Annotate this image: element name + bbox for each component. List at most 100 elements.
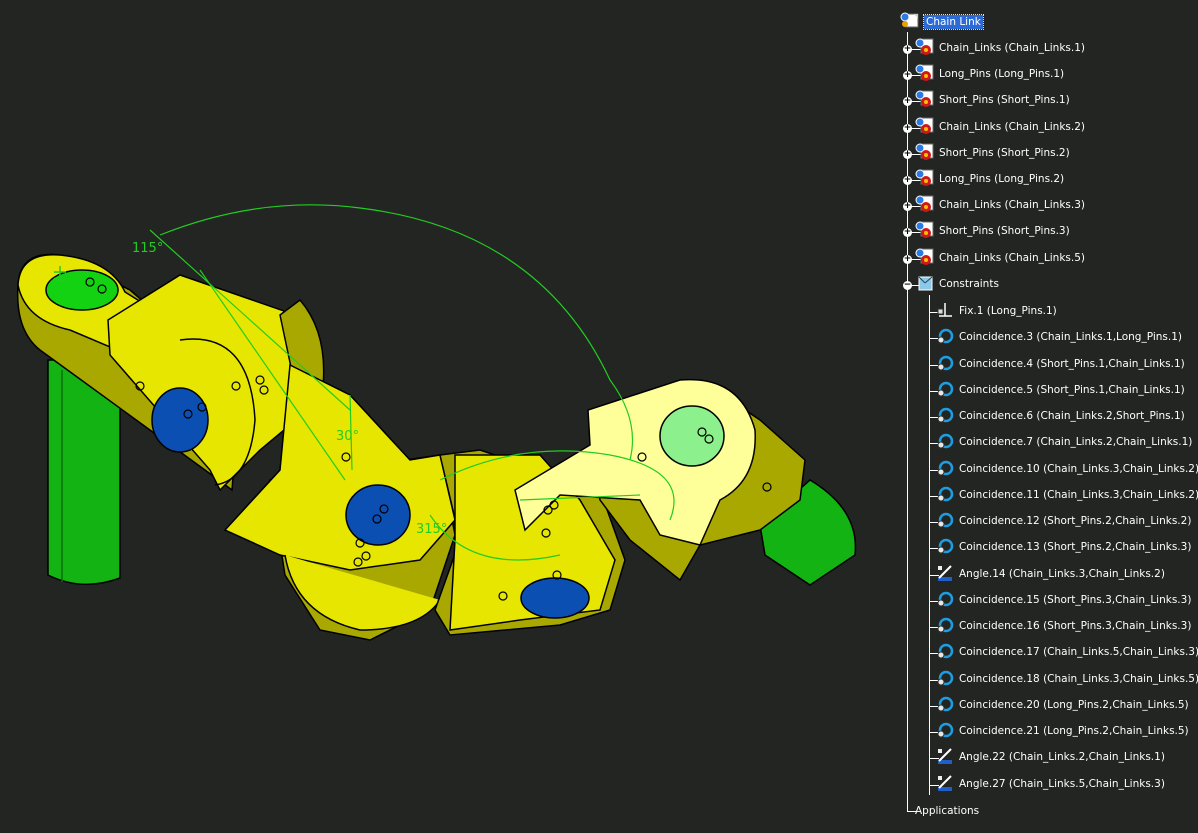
angle-label-115[interactable]: 115°	[132, 241, 163, 256]
tree-root-chain-link[interactable]: Chain Link	[900, 12, 984, 31]
expand-component-9[interactable]: +	[903, 255, 912, 264]
angle-icon	[935, 773, 955, 796]
tree-constraint-8[interactable]: Coincidence.11 (Chain_Links.3,Chain_Link…	[935, 486, 1198, 504]
tree-constraint-12-label: Coincidence.15 (Short_Pins.3,Chain_Links…	[959, 594, 1192, 606]
tree-applications-label: Applications	[915, 805, 980, 817]
tree-constraint-15[interactable]: Coincidence.18 (Chain_Links.3,Chain_Link…	[935, 670, 1198, 688]
tree-component-7-label: Chain_Links (Chain_Links.3)	[939, 199, 1085, 211]
tree-component-5-label: Short_Pins (Short_Pins.2)	[939, 147, 1070, 159]
part-icon	[915, 116, 935, 139]
tree-component-5[interactable]: Short_Pins (Short_Pins.2)	[915, 142, 1070, 165]
tree-component-8-label: Short_Pins (Short_Pins.3)	[939, 225, 1070, 237]
angle-label-315[interactable]: 315°	[416, 522, 447, 537]
expand-component-8[interactable]: +	[903, 228, 912, 237]
coincidence-icon	[935, 510, 955, 533]
tree-constraint-3[interactable]: Coincidence.4 (Short_Pins.1,Chain_Links.…	[935, 355, 1185, 373]
collapse-constraints[interactable]: −	[903, 281, 912, 290]
tree-line	[929, 295, 930, 795]
coincidence-icon	[935, 589, 955, 612]
specification-tree[interactable]: Chain Link + Chain_Links (Chain_Links.1) + L…	[895, 0, 1198, 833]
tree-constraint-16[interactable]: Coincidence.20 (Long_Pins.2,Chain_Links.…	[935, 696, 1189, 714]
part-icon	[915, 220, 935, 243]
tree-component-7[interactable]: Chain_Links (Chain_Links.3)	[915, 194, 1085, 217]
tree-component-9-label: Chain_Links (Chain_Links.5)	[939, 252, 1085, 264]
expand-component-5[interactable]: +	[903, 150, 912, 159]
tree-constraint-5[interactable]: Coincidence.6 (Chain_Links.2,Short_Pins.…	[935, 407, 1185, 425]
angle-icon	[935, 746, 955, 769]
tree-constraint-4[interactable]: Coincidence.5 (Short_Pins.1,Chain_Links.…	[935, 381, 1185, 399]
expand-component-1[interactable]: +	[903, 45, 912, 54]
tree-root-chain-link-label: Chain Link	[923, 14, 984, 30]
tree-component-6[interactable]: Long_Pins (Long_Pins.2)	[915, 168, 1064, 191]
tree-component-4[interactable]: Chain_Links (Chain_Links.2)	[915, 116, 1085, 139]
coincidence-icon	[935, 353, 955, 376]
coincidence-icon	[935, 536, 955, 559]
tree-constraint-12[interactable]: Coincidence.15 (Short_Pins.3,Chain_Links…	[935, 591, 1191, 609]
coincidence-icon	[935, 405, 955, 428]
tree-constraint-13[interactable]: Coincidence.16 (Short_Pins.3,Chain_Links…	[935, 617, 1191, 635]
tree-constraint-7-label: Coincidence.10 (Chain_Links.3,Chain_Link…	[959, 463, 1198, 475]
coincidence-icon	[935, 615, 955, 638]
tree-constraint-3-label: Coincidence.4 (Short_Pins.1,Chain_Links.…	[959, 358, 1185, 370]
part-icon	[915, 37, 935, 60]
constraints-folder-icon	[915, 273, 935, 296]
tree-constraint-10-label: Coincidence.13 (Short_Pins.2,Chain_Links…	[959, 541, 1192, 553]
tree-constraint-17[interactable]: Coincidence.21 (Long_Pins.2,Chain_Links.…	[935, 722, 1189, 740]
tree-constraint-11-label: Angle.14 (Chain_Links.3,Chain_Links.2)	[959, 568, 1165, 580]
tree-constraint-9-label: Coincidence.12 (Short_Pins.2,Chain_Links…	[959, 515, 1192, 527]
coincidence-icon	[935, 641, 955, 664]
tree-constraint-6-label: Coincidence.7 (Chain_Links.2,Chain_Links…	[959, 436, 1193, 448]
tree-constraint-1-label: Fix.1 (Long_Pins.1)	[959, 305, 1057, 317]
tree-constraint-6[interactable]: Coincidence.7 (Chain_Links.2,Chain_Links…	[935, 433, 1192, 451]
tree-constraint-2-label: Coincidence.3 (Chain_Links.1,Long_Pins.1…	[959, 331, 1182, 343]
tree-component-1-label: Chain_Links (Chain_Links.1)	[939, 42, 1085, 54]
tree-constraint-4-label: Coincidence.5 (Short_Pins.1,Chain_Links.…	[959, 384, 1185, 396]
expand-component-7[interactable]: +	[903, 202, 912, 211]
tree-constraint-15-label: Coincidence.18 (Chain_Links.3,Chain_Link…	[959, 673, 1198, 685]
angle-label-30[interactable]: 30°	[336, 429, 359, 444]
tree-applications[interactable]: Applications	[915, 802, 979, 820]
part-icon	[915, 63, 935, 86]
expand-component-3[interactable]: +	[903, 97, 912, 106]
hole-1	[151, 387, 209, 453]
tree-constraint-16-label: Coincidence.20 (Long_Pins.2,Chain_Links.…	[959, 699, 1189, 711]
tree-constraints-folder[interactable]: Constraints	[915, 275, 999, 293]
expand-component-2[interactable]: +	[903, 71, 912, 80]
coincidence-icon	[935, 458, 955, 481]
coincidence-icon	[935, 668, 955, 691]
hole-3	[520, 577, 590, 619]
tree-constraint-5-label: Coincidence.6 (Chain_Links.2,Short_Pins.…	[959, 410, 1185, 422]
tree-component-3-label: Short_Pins (Short_Pins.1)	[939, 94, 1070, 106]
tree-constraint-7[interactable]: Coincidence.10 (Chain_Links.3,Chain_Link…	[935, 460, 1198, 478]
part-icon	[915, 247, 935, 270]
part-icon	[915, 142, 935, 165]
part-icon	[915, 194, 935, 217]
tree-constraint-11[interactable]: Angle.14 (Chain_Links.3,Chain_Links.2)	[935, 563, 1165, 586]
tree-constraint-1[interactable]: Fix.1 (Long_Pins.1)	[935, 302, 1057, 320]
coincidence-icon	[935, 694, 955, 717]
tree-component-3[interactable]: Short_Pins (Short_Pins.1)	[915, 89, 1070, 112]
tree-constraint-2[interactable]: Coincidence.3 (Chain_Links.1,Long_Pins.1…	[935, 328, 1182, 346]
tree-constraint-10[interactable]: Coincidence.13 (Short_Pins.2,Chain_Links…	[935, 538, 1191, 556]
tree-component-2[interactable]: Long_Pins (Long_Pins.1)	[915, 63, 1064, 86]
anchor-icon	[935, 300, 955, 323]
tree-constraint-9[interactable]: Coincidence.12 (Short_Pins.2,Chain_Links…	[935, 512, 1191, 530]
tree-component-9[interactable]: Chain_Links (Chain_Links.5)	[915, 247, 1085, 270]
coincidence-icon	[935, 484, 955, 507]
part-icon	[915, 89, 935, 112]
tree-constraint-14-label: Coincidence.17 (Chain_Links.5,Chain_Link…	[959, 646, 1198, 658]
coincidence-icon	[935, 379, 955, 402]
part-icon	[915, 168, 935, 191]
expand-component-6[interactable]: +	[903, 176, 912, 185]
tree-constraint-18-label: Angle.22 (Chain_Links.2,Chain_Links.1)	[959, 751, 1165, 763]
tree-constraint-18[interactable]: Angle.22 (Chain_Links.2,Chain_Links.1)	[935, 746, 1165, 769]
tree-component-1[interactable]: Chain_Links (Chain_Links.1)	[915, 37, 1085, 60]
hole-5	[659, 405, 725, 467]
tree-component-8[interactable]: Short_Pins (Short_Pins.3)	[915, 220, 1070, 243]
tree-constraint-19[interactable]: Angle.27 (Chain_Links.5,Chain_Links.3)	[935, 773, 1165, 796]
tree-constraint-13-label: Coincidence.16 (Short_Pins.3,Chain_Links…	[959, 620, 1192, 632]
tree-constraint-14[interactable]: Coincidence.17 (Chain_Links.5,Chain_Link…	[935, 643, 1198, 661]
angle-icon	[935, 563, 955, 586]
coincidence-icon	[935, 720, 955, 743]
expand-component-4[interactable]: +	[903, 124, 912, 133]
